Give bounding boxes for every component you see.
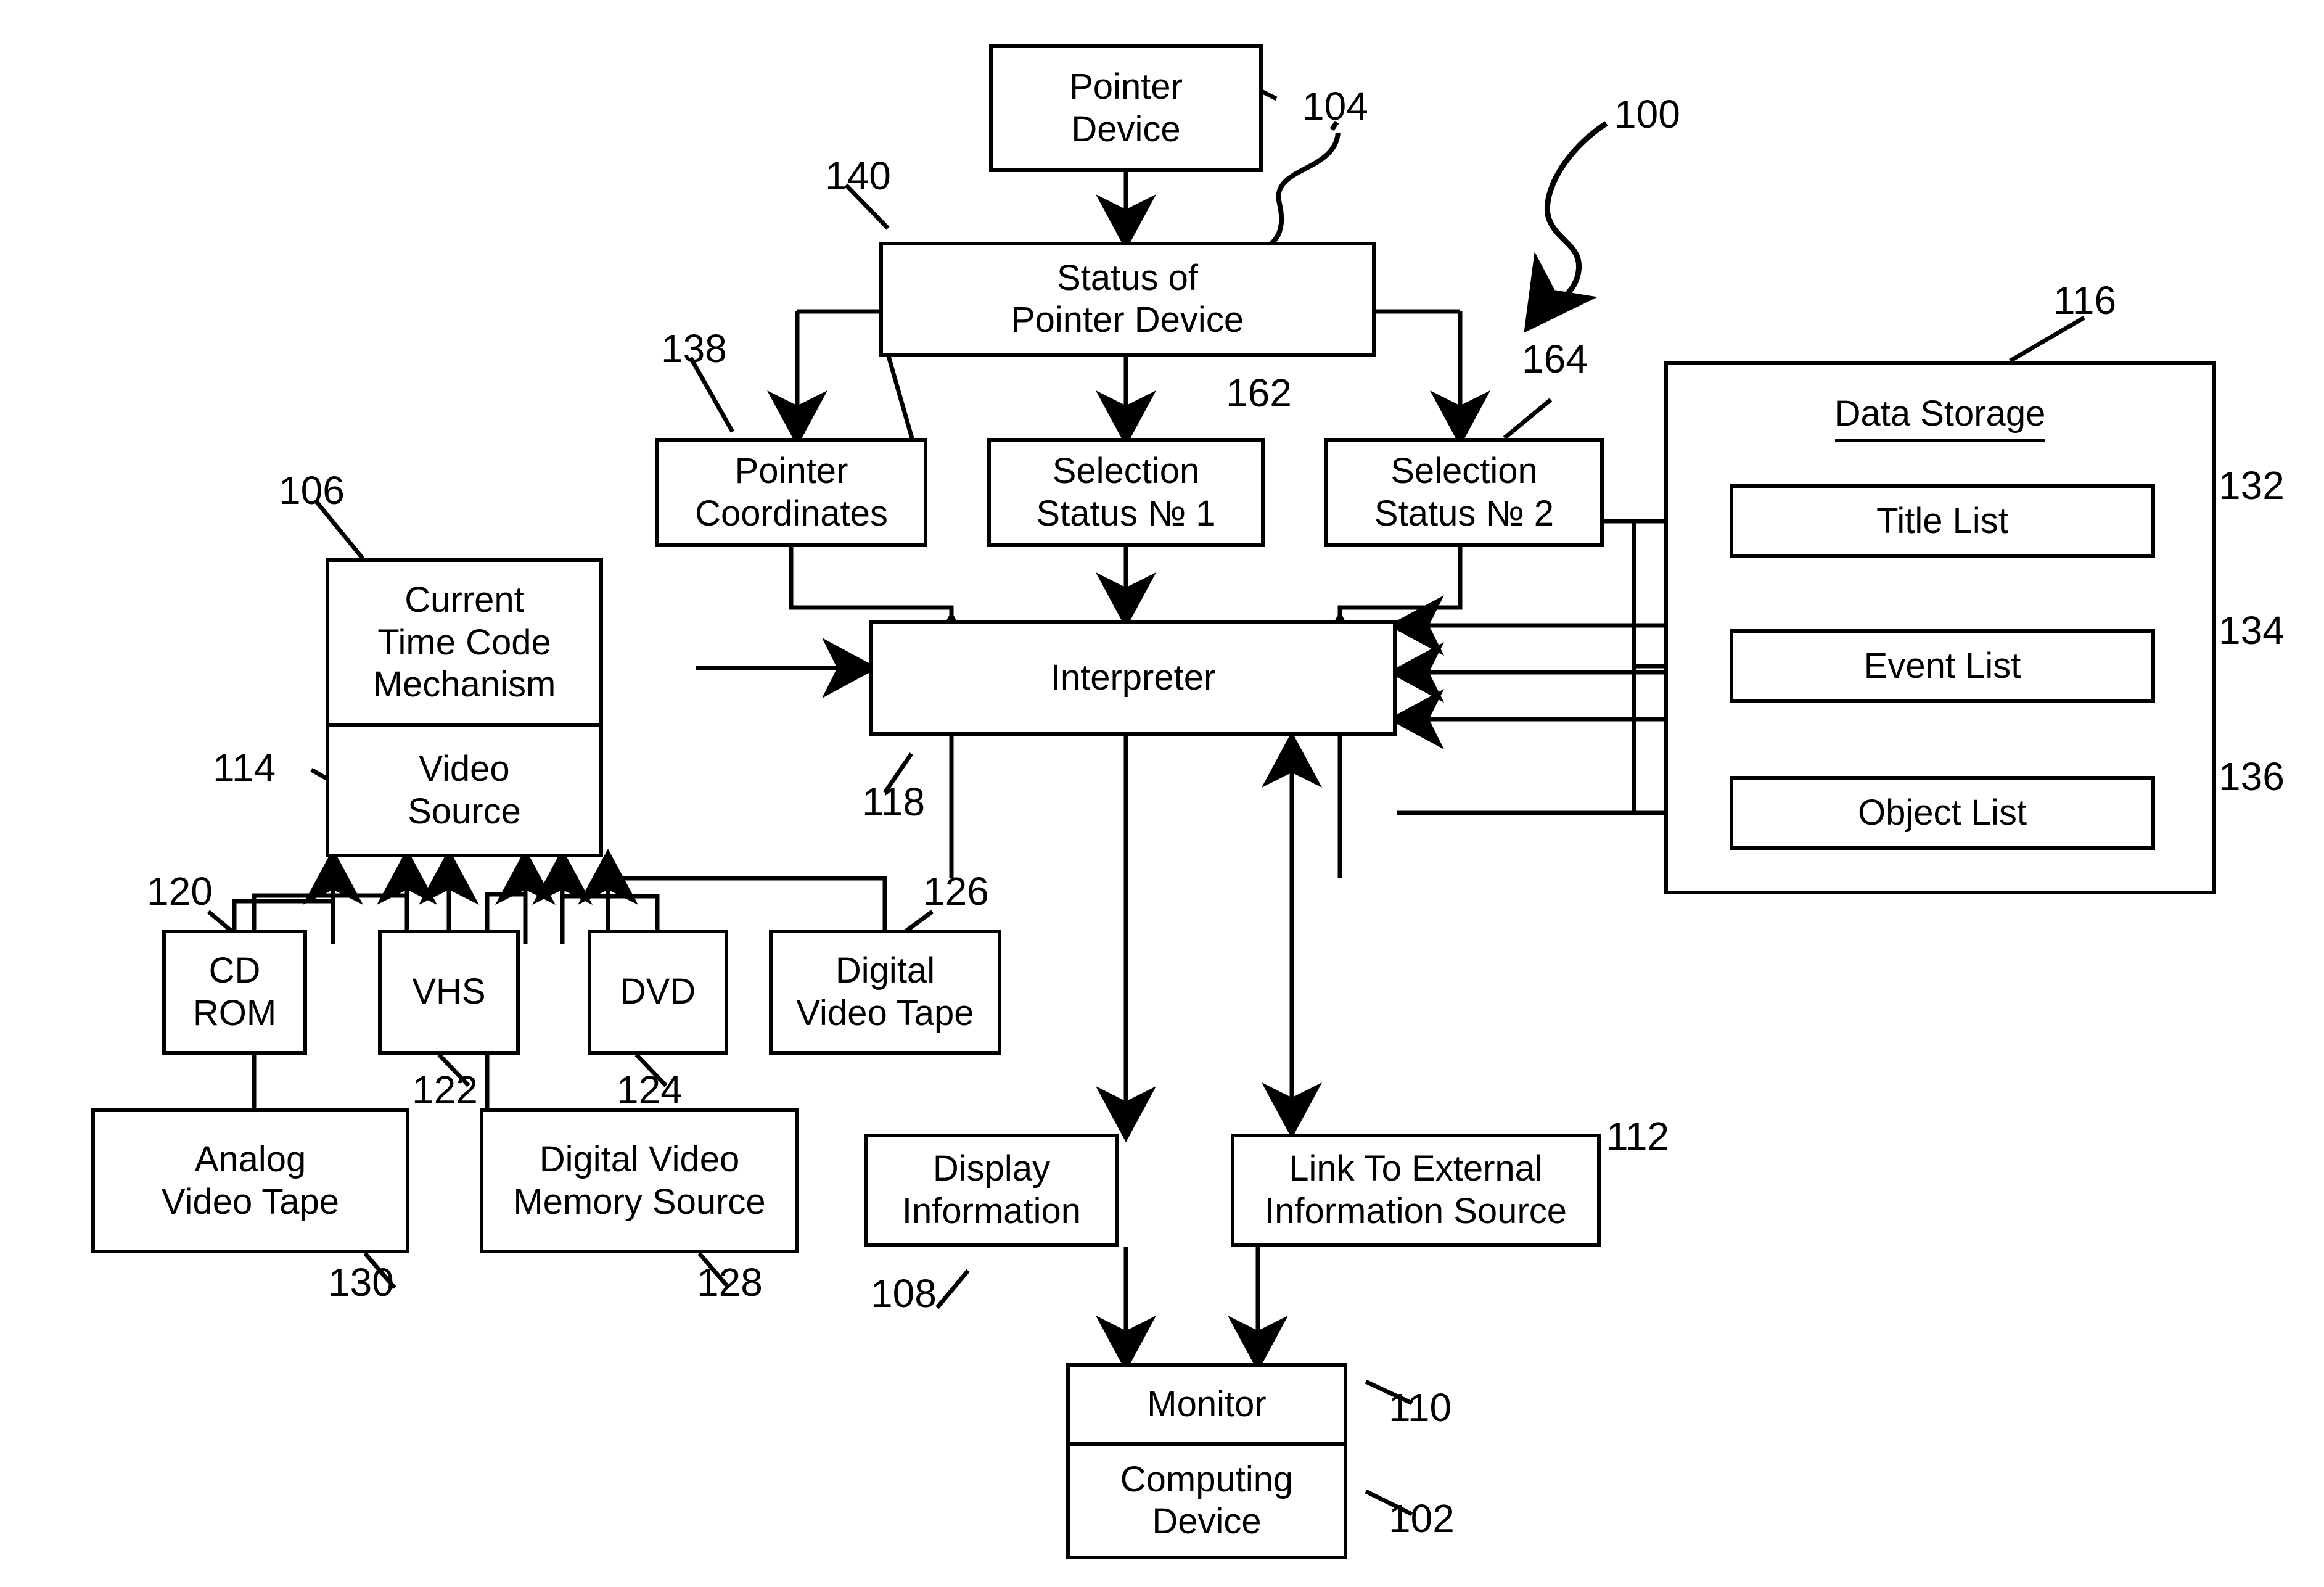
block-label-line: Video Tape — [796, 992, 974, 1033]
block-current-time-code-mechanism[interactable]: Current Time Code Mechanism — [329, 562, 599, 723]
ref-numeral-selection-status-1: 162 — [1226, 371, 1292, 415]
block-label-line: Link To External — [1289, 1148, 1543, 1189]
block-link-to-external-information-source[interactable]: Link To External Information Source — [1231, 1134, 1601, 1247]
block-label-line: Selection — [1052, 451, 1200, 492]
block-title-list[interactable]: Title List — [1730, 484, 2155, 558]
block-label-line: Information — [901, 1190, 1082, 1231]
block-label-line: Video — [419, 749, 510, 789]
block-pointer-coordinates[interactable]: Pointer Coordinates — [655, 438, 927, 547]
block-label-line: DVD — [620, 971, 696, 1012]
block-label-line: CD — [208, 950, 261, 991]
ref-numeral-video-source: 114 — [213, 746, 276, 790]
block-status-of-pointer-device[interactable]: Status of Pointer Device — [879, 242, 1376, 357]
block-label-line: Digital — [835, 950, 935, 991]
block-label-line: VHS — [412, 971, 486, 1012]
data-storage-title: Data Storage — [1668, 393, 2212, 442]
ref-numeral-digital-video-tape: 126 — [923, 869, 989, 913]
block-label-line: Status № 2 — [1374, 493, 1554, 534]
block-monitor[interactable]: Monitor — [1070, 1367, 1344, 1442]
block-label-line: Event List — [1863, 645, 2021, 686]
block-interpreter[interactable]: Interpreter — [869, 620, 1397, 736]
ref-numeral-data-storage: 116 — [2053, 278, 2117, 323]
ref-numeral-title-list: 132 — [2219, 463, 2285, 508]
block-display-information[interactable]: Display Information — [864, 1134, 1119, 1247]
block-object-list[interactable]: Object List — [1730, 776, 2155, 850]
block-video-source-stack[interactable]: Current Time Code Mechanism Video Source — [326, 558, 603, 857]
block-label-line: Memory Source — [513, 1181, 766, 1222]
block-selection-status-1[interactable]: Selection Status № 1 — [987, 438, 1265, 547]
block-label-line: Video Tape — [161, 1181, 340, 1222]
block-label-line: Title List — [1876, 500, 2008, 541]
block-label-line: Analog — [194, 1139, 306, 1180]
block-label-line: Status of — [1057, 257, 1198, 298]
block-analog-video-tape[interactable]: Analog Video Tape — [91, 1108, 409, 1253]
block-video-source[interactable]: Video Source — [329, 723, 599, 854]
ref-numeral-pointer-device: 104 — [1302, 84, 1368, 128]
ref-numeral-vhs: 122 — [412, 1068, 478, 1112]
block-label-line: Display — [932, 1148, 1051, 1189]
block-label-line: Time Code — [377, 622, 551, 662]
ref-numeral-object-list: 136 — [2219, 754, 2285, 799]
ref-numeral-event-list: 134 — [2219, 608, 2285, 653]
ref-numeral-computing-device: 102 — [1389, 1496, 1455, 1541]
block-label-line: Monitor — [1147, 1384, 1267, 1424]
block-label-line: Interpreter — [1050, 657, 1216, 698]
block-label-line: Device — [1152, 1501, 1262, 1542]
ref-numeral-digital-video-memory-source: 128 — [697, 1260, 763, 1305]
block-label-line: Object List — [1858, 792, 2027, 833]
block-label-line: Pointer — [734, 451, 848, 492]
ref-numeral-current-time-code-mechanism: 106 — [279, 468, 345, 513]
block-label-line: Pointer Device — [1011, 300, 1244, 340]
ref-numeral-pointer-coordinates: 138 — [661, 326, 727, 371]
block-label-line: Computing — [1120, 1459, 1294, 1499]
ref-numeral-selection-status-2: 164 — [1522, 337, 1588, 381]
block-digital-video-tape[interactable]: Digital Video Tape — [769, 930, 1001, 1055]
ref-numeral-analog-video-tape: 130 — [328, 1260, 394, 1305]
block-label-line: Source — [408, 791, 521, 831]
ref-numeral-display-information: 108 — [871, 1271, 937, 1316]
block-label-line: Digital Video — [539, 1139, 740, 1180]
block-label-line: Pointer — [1069, 67, 1183, 107]
block-digital-video-memory-source[interactable]: Digital Video Memory Source — [480, 1108, 799, 1253]
figure-canvas: Pointer Device Status of Pointer Device … — [0, 0, 2324, 1587]
block-vhs[interactable]: VHS — [378, 930, 520, 1055]
block-dvd[interactable]: DVD — [588, 930, 728, 1055]
ref-numeral-dvd: 124 — [617, 1068, 683, 1112]
block-label-line: Coordinates — [695, 493, 888, 534]
ref-numeral-cd-rom: 120 — [147, 869, 213, 913]
block-selection-status-2[interactable]: Selection Status № 2 — [1324, 438, 1604, 547]
ref-numeral-link-external: 112 — [1606, 1114, 1670, 1158]
block-label-line: Information Source — [1264, 1190, 1567, 1231]
block-label-line: ROM — [192, 992, 277, 1033]
ref-numeral-status-of-pointer-device: 140 — [825, 154, 891, 198]
block-cd-rom[interactable]: CD ROM — [162, 930, 307, 1055]
ref-numeral-monitor: 110 — [1389, 1385, 1452, 1430]
ref-numeral-system: 100 — [1614, 92, 1680, 136]
block-pointer-device[interactable]: Pointer Device — [989, 44, 1263, 172]
block-label-line: Selection — [1390, 451, 1538, 492]
ref-numeral-interpreter: 118 — [862, 780, 926, 824]
block-label-line: Status № 1 — [1036, 493, 1216, 534]
block-event-list[interactable]: Event List — [1730, 629, 2155, 703]
block-label-line: Mechanism — [372, 664, 556, 705]
block-label-line: Device — [1071, 109, 1181, 149]
block-computing-device-stack[interactable]: Monitor Computing Device — [1066, 1363, 1347, 1559]
block-label-line: Current — [404, 580, 524, 620]
block-computing-device[interactable]: Computing Device — [1070, 1442, 1344, 1556]
